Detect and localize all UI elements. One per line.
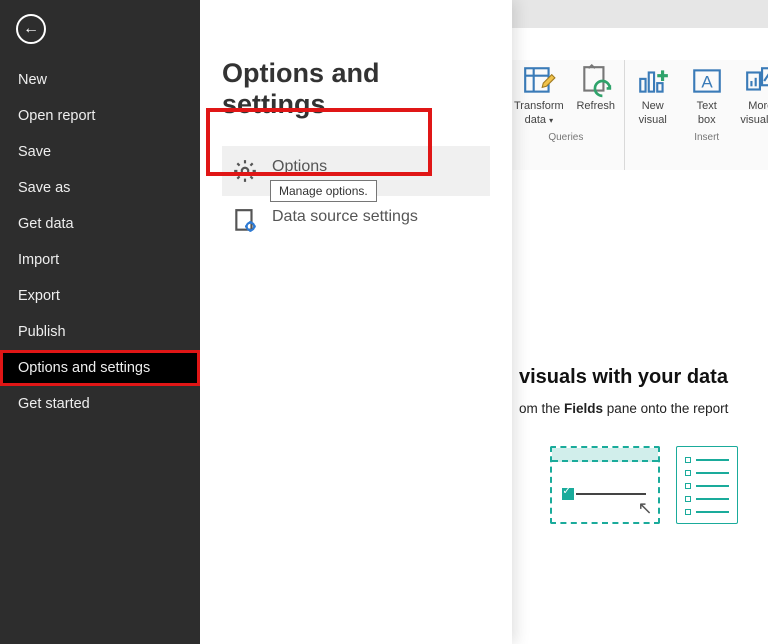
ribbon-more-visuals[interactable]: More visuals ▾: [739, 64, 768, 126]
chart-plus-icon: [636, 64, 670, 98]
ribbon-transform-data[interactable]: Transform data ▾: [514, 64, 564, 126]
back-button[interactable]: ←: [16, 14, 46, 44]
backstage-menu-save-as[interactable]: Save as: [0, 170, 200, 206]
illus-fields-box: [676, 446, 738, 524]
backstage-title: Options and settings: [222, 58, 490, 120]
backstage-menu-options-and-settings[interactable]: Options and settings: [0, 350, 200, 386]
check-icon: [562, 488, 574, 500]
canvas-heading: visuals with your data: [519, 366, 768, 389]
refresh-icon: [579, 64, 613, 98]
chevron-down-icon: ▾: [549, 116, 553, 125]
illus-canvas-box: ↖: [550, 446, 660, 524]
ribbon-group-queries: Transform data ▾ Refresh Queries: [508, 60, 625, 170]
table-edit-icon: [522, 64, 556, 98]
backstage-menu-open-report[interactable]: Open report: [0, 98, 200, 134]
backstage-list: Options Manage options. Data source sett…: [222, 146, 490, 246]
more-visuals-icon: [744, 64, 768, 98]
report-canvas: visuals with your data om the Fields pan…: [508, 170, 768, 644]
ribbon-group-label: Queries: [548, 132, 583, 143]
svg-text:A: A: [701, 72, 713, 91]
backstage-main: Options and settings Options Manage opti…: [200, 0, 512, 644]
canvas-desc: om the Fields pane onto the report: [519, 401, 768, 416]
cursor-icon: ↖: [638, 498, 653, 519]
backstage-menu-import[interactable]: Import: [0, 242, 200, 278]
ribbon-new-visual[interactable]: New visual: [631, 64, 675, 126]
backstage-item-data-source-settings[interactable]: Data source settings: [222, 196, 490, 246]
backstage-menu-get-started[interactable]: Get started: [0, 386, 200, 422]
backstage-item-label: Data source settings: [272, 208, 418, 226]
ribbon-refresh[interactable]: Refresh: [574, 64, 618, 126]
ribbon-group-insert: New visual A Text box More visuals ▾ Ins…: [625, 60, 768, 170]
backstage-menu-save[interactable]: Save: [0, 134, 200, 170]
backstage-item-label: Options: [272, 158, 327, 176]
ribbon: Transform data ▾ Refresh Queries New vis…: [508, 60, 768, 170]
textbox-icon: A: [690, 64, 724, 98]
ribbon-text-box[interactable]: A Text box: [685, 64, 729, 126]
canvas-illustration: ↖: [519, 446, 768, 524]
backstage-menu-new[interactable]: New: [0, 62, 200, 98]
arrow-left-icon: ←: [23, 20, 39, 38]
backstage-sidebar: ← NewOpen reportSaveSave asGet dataImpor…: [0, 0, 200, 644]
backstage-menu-publish[interactable]: Publish: [0, 314, 200, 350]
ribbon-btn-line1: Transform: [514, 100, 564, 112]
ribbon-group-label: Insert: [694, 132, 719, 143]
file-backstage: ← NewOpen reportSaveSave asGet dataImpor…: [0, 0, 512, 644]
data-source-gear-icon: [232, 208, 258, 234]
backstage-menu-export[interactable]: Export: [0, 278, 200, 314]
gear-icon: [232, 158, 258, 184]
backstage-menu-get-data[interactable]: Get data: [0, 206, 200, 242]
backstage-item-options[interactable]: Options Manage options.: [222, 146, 490, 196]
